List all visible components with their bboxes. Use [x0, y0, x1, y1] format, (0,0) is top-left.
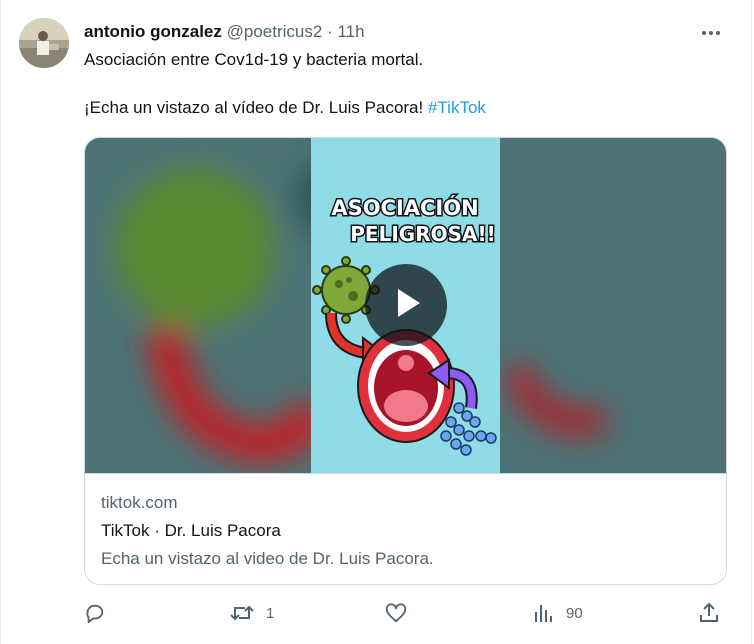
separator: · [327, 22, 333, 41]
link-card[interactable]: ASOCIACIÓN PELIGROSA!! tiktok.com TikTok… [84, 137, 727, 585]
timestamp[interactable]: 11h [337, 22, 364, 41]
tweet[interactable]: antonio gonzalez @poetricus2 · 11h Asoci… [0, 0, 752, 644]
tweet-header: antonio gonzalez @poetricus2 · 11h [84, 21, 365, 43]
mouth-illustration [357, 329, 455, 443]
card-info[interactable]: tiktok.com TikTok · Dr. Luis Pacora Echa… [85, 473, 726, 584]
card-domain: tiktok.com [101, 493, 178, 512]
thumbnail-text-2: PELIGROSA!! [350, 222, 495, 246]
retweet-count: 1 [266, 604, 275, 622]
views-count: 90 [566, 604, 583, 622]
retweet-button[interactable]: 1 [230, 598, 274, 628]
hashtag-link[interactable]: #TikTok [428, 98, 486, 117]
like-icon [385, 602, 407, 624]
play-button[interactable] [365, 264, 447, 346]
reply-icon [84, 602, 106, 624]
share-button[interactable] [698, 598, 720, 628]
tweet-line-2: ¡Echa un vistazo al vídeo de Dr. Luis Pa… [84, 96, 724, 120]
author-handle[interactable]: @poetricus2 [227, 22, 323, 41]
tweet-text: Asociación entre Cov1d-19 y bacteria mor… [84, 48, 724, 120]
retweet-icon [230, 602, 254, 624]
more-button[interactable] [697, 20, 725, 44]
more-icon [701, 23, 721, 41]
action-bar: 1 90 [84, 598, 724, 628]
card-description: Echa un vistazo al video de Dr. Luis Pac… [101, 549, 434, 568]
tweet-line-2-text: ¡Echa un vistazo al vídeo de Dr. Luis Pa… [84, 98, 428, 117]
card-media[interactable]: ASOCIACIÓN PELIGROSA!! [85, 138, 726, 473]
like-button[interactable] [385, 598, 419, 628]
play-icon [386, 283, 426, 328]
views-icon [532, 602, 554, 624]
views-button[interactable]: 90 [532, 598, 583, 628]
thumbnail-text-1: ASOCIACIÓN [331, 195, 478, 220]
share-icon [698, 602, 720, 624]
author-name[interactable]: antonio gonzalez [84, 22, 222, 41]
avatar[interactable] [19, 18, 69, 68]
card-title: TikTok · Dr. Luis Pacora [101, 521, 281, 540]
reply-button[interactable] [84, 598, 118, 628]
tweet-line-1: Asociación entre Cov1d-19 y bacteria mor… [84, 50, 424, 69]
